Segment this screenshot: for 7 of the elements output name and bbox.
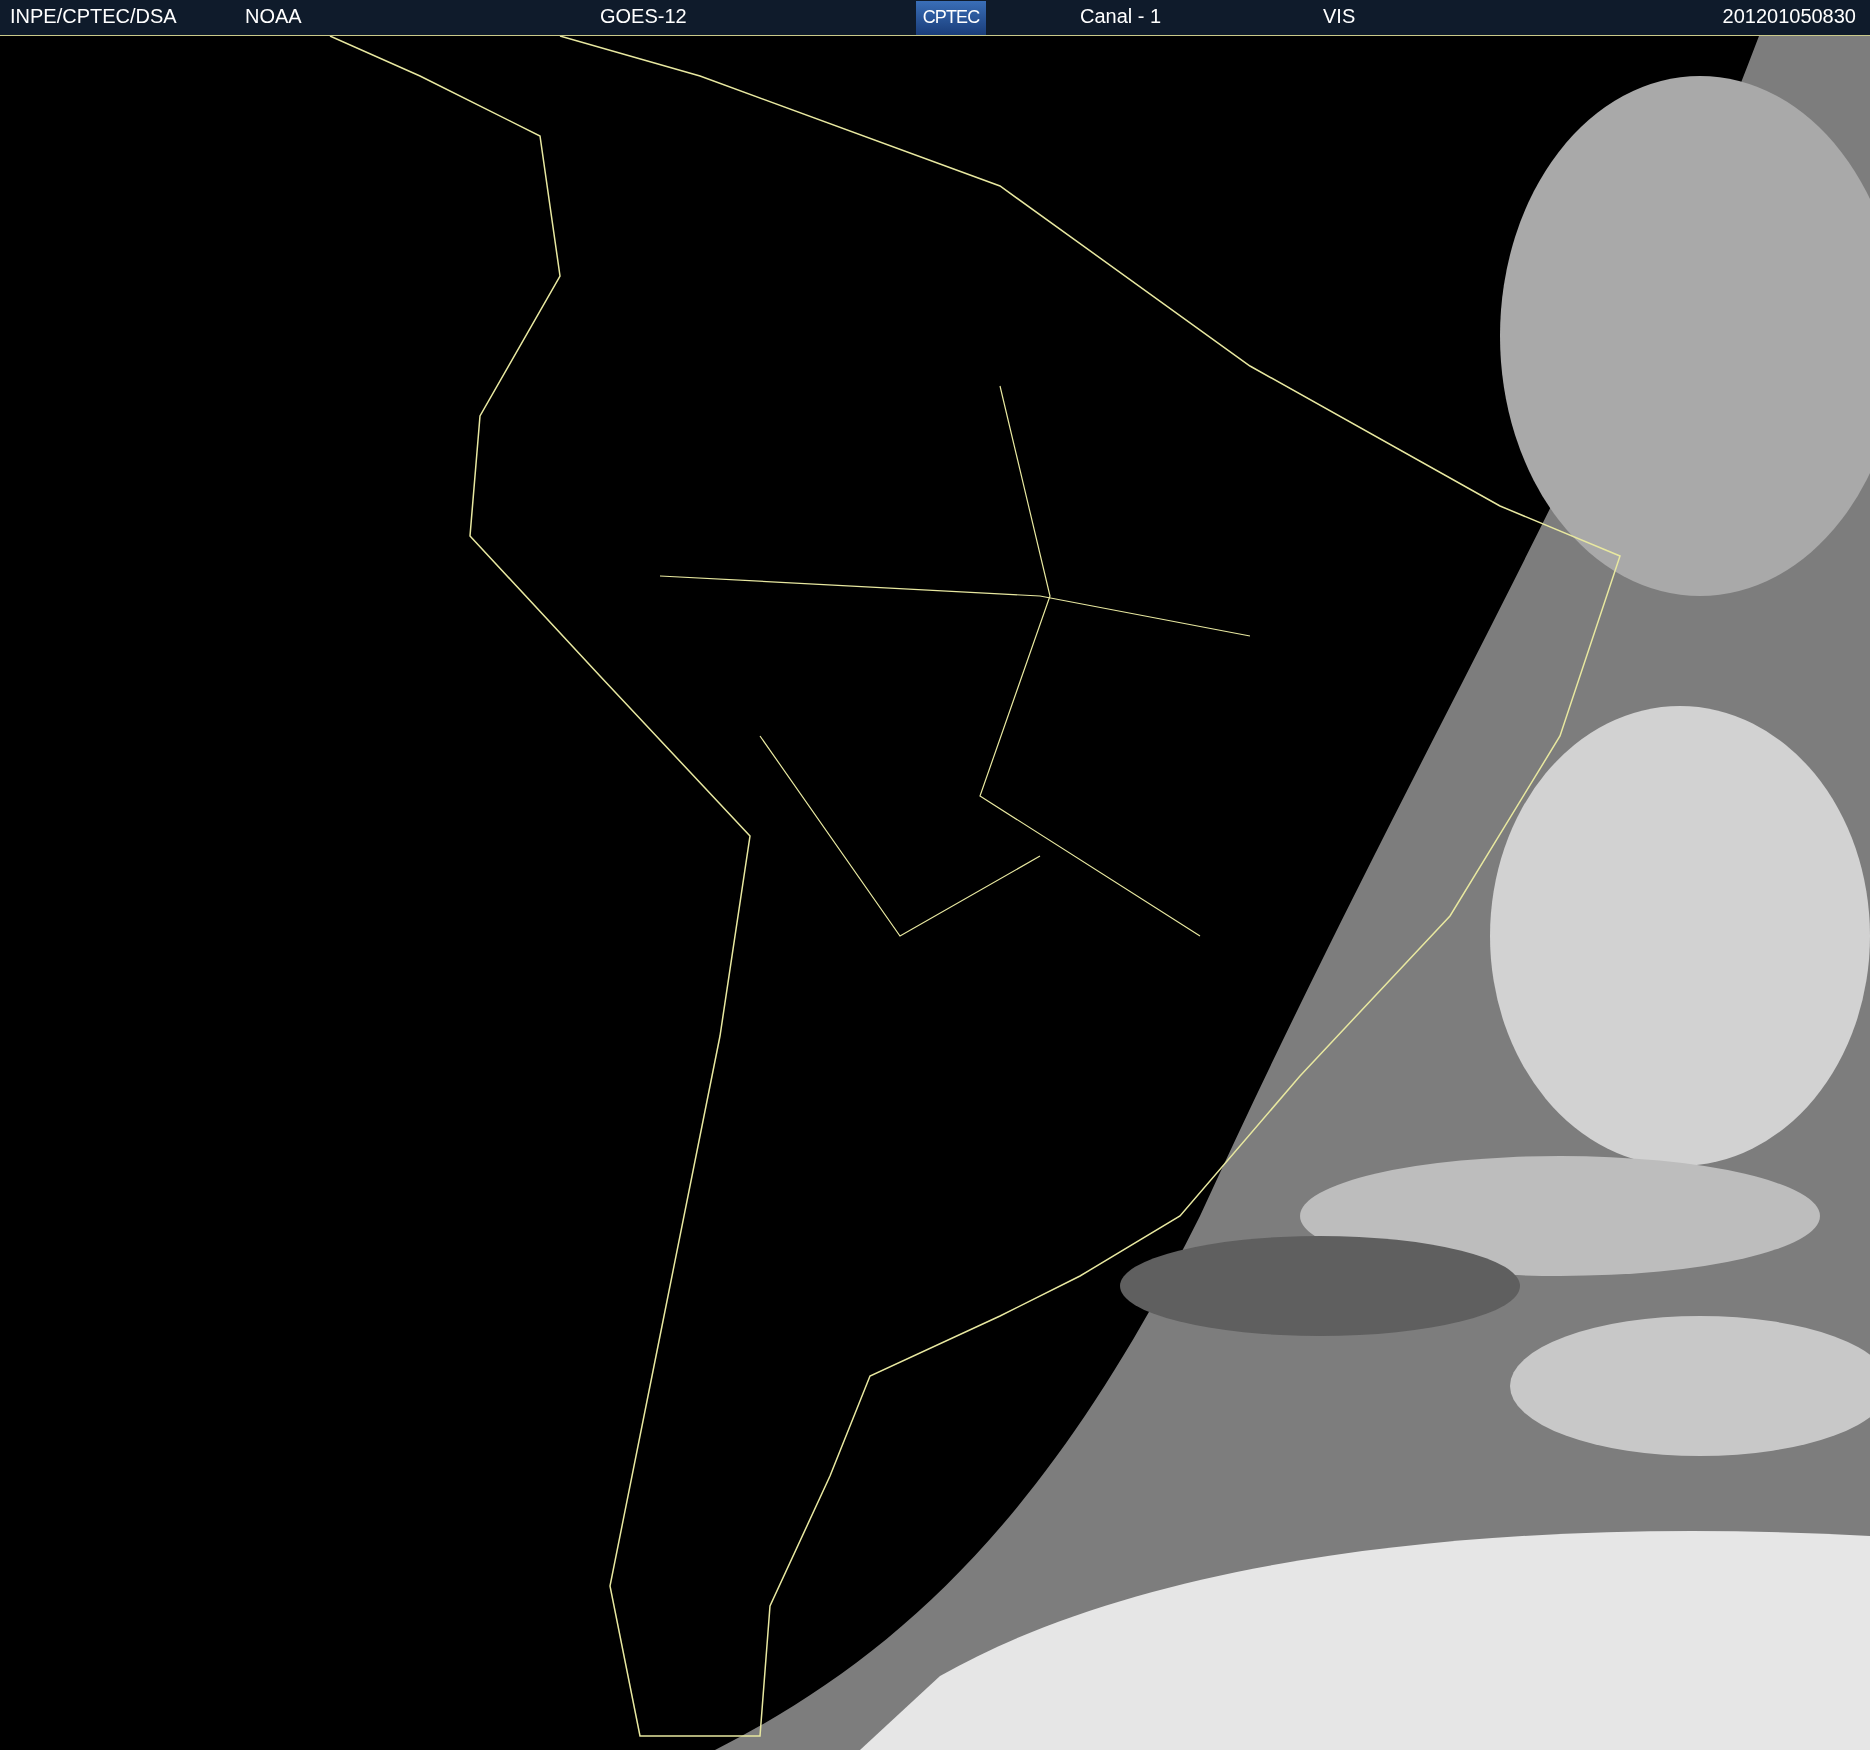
channel-label: Canal - 1: [1080, 4, 1162, 27]
agency-label: INPE/CPTEC/DSA: [10, 4, 177, 27]
band-label: VIS: [1323, 4, 1356, 27]
source-label: NOAA: [245, 4, 302, 27]
cptec-logo: CPTEC: [916, 0, 986, 35]
satellite-label: GOES-12: [600, 4, 687, 27]
timestamp-label: 201201050830: [1722, 4, 1856, 27]
